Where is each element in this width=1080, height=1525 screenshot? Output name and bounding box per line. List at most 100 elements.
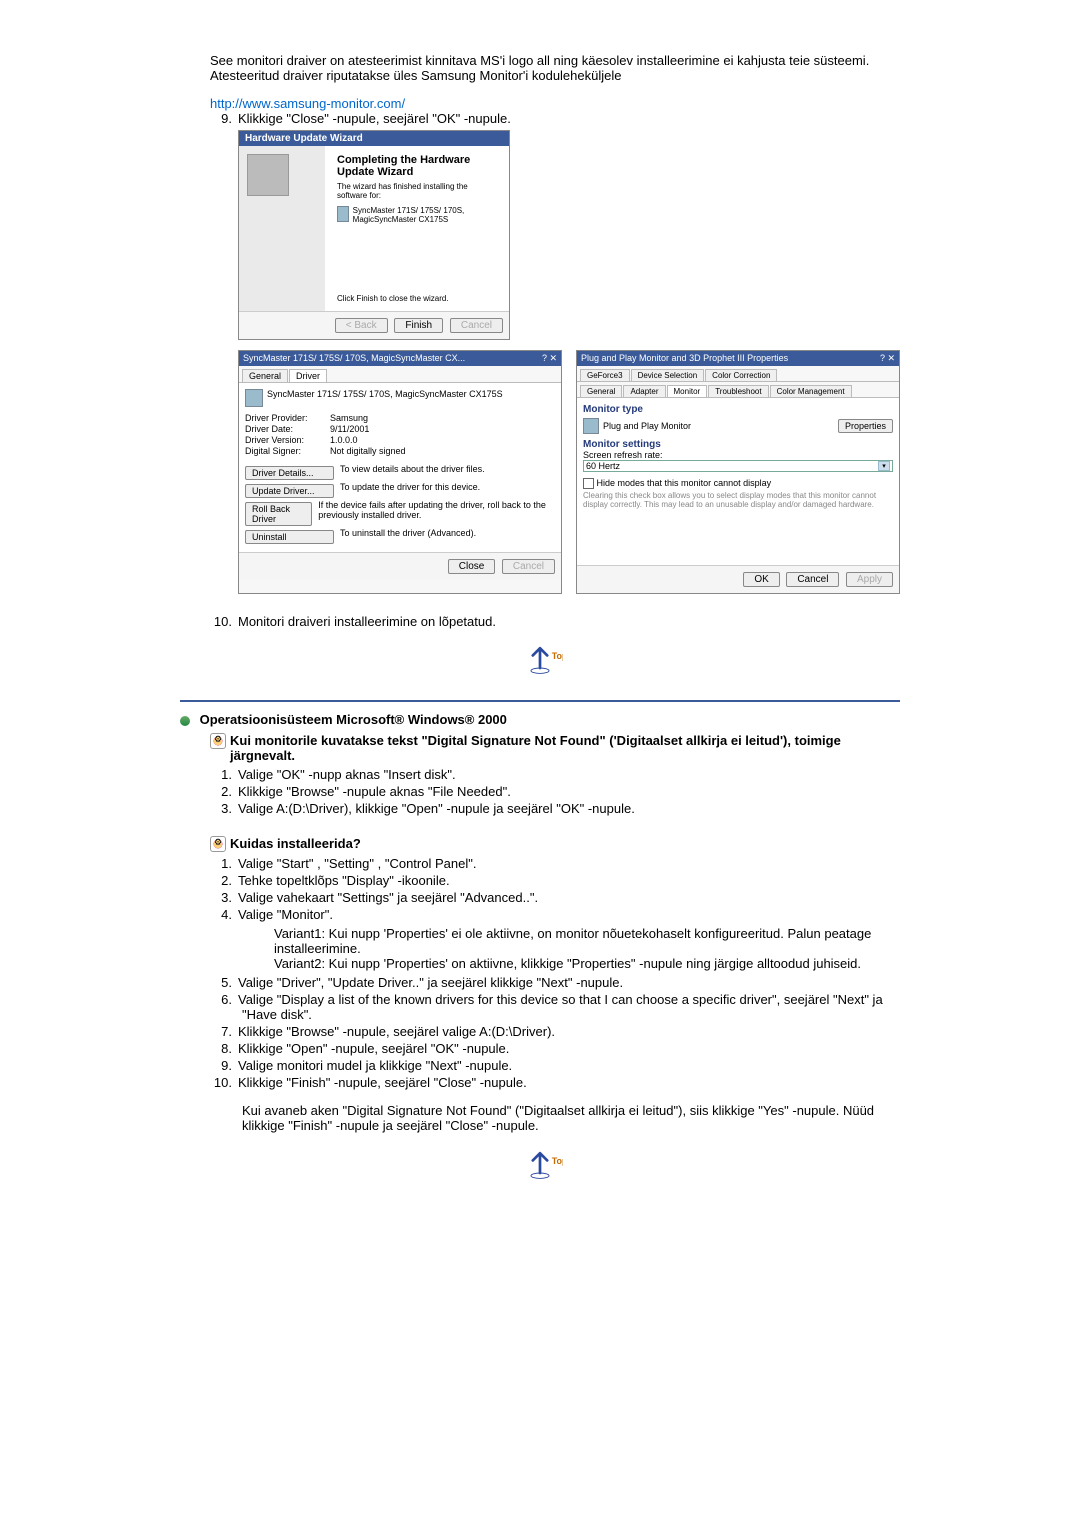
gear-icon: ⚙ xyxy=(210,836,226,852)
version-label: Driver Version: xyxy=(245,435,330,445)
section-divider xyxy=(180,700,900,702)
list2-item3: Valige vahekaart "Settings" ja seejärel … xyxy=(238,890,538,905)
svg-text:Top: Top xyxy=(552,651,563,661)
wizard-heading: Completing the Hardware Update Wizard xyxy=(337,154,497,178)
gear-icon: ⚙ xyxy=(210,733,226,749)
uninstall-button[interactable]: Uninstall xyxy=(245,530,334,544)
list-number: 10. xyxy=(210,614,232,629)
list-number: 2. xyxy=(210,784,232,799)
bullet-icon xyxy=(180,716,190,726)
list-number: 8. xyxy=(210,1041,232,1056)
list2-item4: Valige "Monitor". xyxy=(238,907,333,922)
uninstall-desc: To uninstall the driver (Advanced). xyxy=(340,528,476,546)
tab-general[interactable]: General xyxy=(242,369,288,382)
list-number: 6. xyxy=(210,992,232,1007)
cancel-button[interactable]: Cancel xyxy=(450,318,503,333)
props-device: SyncMaster 171S/ 175S/ 170S, MagicSyncMa… xyxy=(267,389,503,407)
monitor-type-value: Plug and Play Monitor xyxy=(603,421,691,431)
list2-item8: Klikkige "Open" -nupule, seejärel "OK" -… xyxy=(238,1041,509,1056)
display-properties-screenshot: Plug and Play Monitor and 3D Prophet III… xyxy=(576,350,900,594)
tab-troubleshoot[interactable]: Troubleshoot xyxy=(708,385,768,397)
top-link[interactable]: Top xyxy=(180,641,900,680)
update-desc: To update the driver for this device. xyxy=(340,482,480,500)
finish-button[interactable]: Finish xyxy=(394,318,443,333)
hide-modes-checkbox[interactable] xyxy=(583,478,594,489)
samsung-link[interactable]: http://www.samsung-monitor.com/ xyxy=(210,96,405,111)
monitor-icon xyxy=(245,389,263,407)
signer-label: Digital Signer: xyxy=(245,446,330,456)
wizard-device: SyncMaster 171S/ 175S/ 170S, MagicSyncMa… xyxy=(353,206,497,224)
wizard-finish-hint: Click Finish to close the wizard. xyxy=(337,294,497,303)
hide-modes-desc: Clearing this check box allows you to se… xyxy=(583,491,893,509)
provider-label: Driver Provider: xyxy=(245,413,330,423)
signer-value: Not digitally signed xyxy=(330,446,406,456)
list-number: 5. xyxy=(210,975,232,990)
tab-monitor[interactable]: Monitor xyxy=(667,385,708,397)
list-number: 10. xyxy=(210,1075,232,1090)
details-desc: To view details about the driver files. xyxy=(340,464,485,482)
wizard-titlebar: Hardware Update Wizard xyxy=(239,131,509,146)
hide-modes-label: Hide modes that this monitor cannot disp… xyxy=(597,478,772,488)
final-paragraph: Kui avaneb aken "Digital Signature Not F… xyxy=(242,1103,900,1133)
list2-item7: Klikkige "Browse" -nupule, seejärel vali… xyxy=(238,1024,555,1039)
list2-item6: Valige "Display a list of the known driv… xyxy=(238,992,883,1022)
tab-colormgmt[interactable]: Color Management xyxy=(770,385,852,397)
step10-text: Monitori draiveri installeerimine on lõp… xyxy=(238,614,496,629)
update-driver-button[interactable]: Update Driver... xyxy=(245,484,334,498)
svg-text:Top: Top xyxy=(552,1156,563,1166)
monitor-icon xyxy=(337,206,349,222)
list2-item2: Tehke topeltklõps "Display" -ikoonile. xyxy=(238,873,450,888)
list-number: 9. xyxy=(210,1058,232,1073)
driver-details-button[interactable]: Driver Details... xyxy=(245,466,334,480)
tab-driver[interactable]: Driver xyxy=(289,369,327,382)
ok-button[interactable]: OK xyxy=(743,572,779,587)
list-number: 7. xyxy=(210,1024,232,1039)
refresh-dropdown[interactable]: 60 Hertz ▾ xyxy=(583,460,893,472)
monitor-settings-label: Monitor settings xyxy=(583,439,893,450)
provider-value: Samsung xyxy=(330,413,368,423)
list2-item9: Valige monitori mudel ja klikkige "Next"… xyxy=(238,1058,512,1073)
list-number: 9. xyxy=(210,111,232,126)
window-controls: ? ✕ xyxy=(542,353,557,364)
tab-colorcorr[interactable]: Color Correction xyxy=(705,369,777,381)
back-button[interactable]: < Back xyxy=(335,318,388,333)
list2-item1: Valige "Start" , "Setting" , "Control Pa… xyxy=(238,856,476,871)
list1-item1: Valige "OK" -nupp aknas "Insert disk". xyxy=(238,767,456,782)
cancel-button[interactable]: Cancel xyxy=(502,559,555,574)
install-heading: Kuidas installeerida? xyxy=(230,836,361,852)
variant2: Variant2: Kui nupp 'Properties' on aktii… xyxy=(274,956,900,971)
version-value: 1.0.0.0 xyxy=(330,435,358,445)
wizard-icon xyxy=(247,154,289,196)
tab-adapter[interactable]: Adapter xyxy=(623,385,665,397)
window-controls: ? ✕ xyxy=(880,353,895,364)
cancel-button[interactable]: Cancel xyxy=(786,572,839,587)
list-number: 4. xyxy=(210,907,232,922)
tab-general[interactable]: General xyxy=(580,385,622,397)
monitor-icon xyxy=(583,418,599,434)
os-heading: Operatsioonisüsteem Microsoft® Windows® … xyxy=(200,712,507,727)
rollback-desc: If the device fails after updating the d… xyxy=(318,500,555,528)
driver-properties-screenshot: SyncMaster 171S/ 175S/ 170S, MagicSyncMa… xyxy=(238,350,562,594)
list1-item3: Valige A:(D:\Driver), klikkige "Open" -n… xyxy=(238,801,635,816)
list-number: 3. xyxy=(210,890,232,905)
props-left-title: SyncMaster 171S/ 175S/ 170S, MagicSyncMa… xyxy=(243,353,465,364)
list1-item2: Klikkige "Browse" -nupule aknas "File Ne… xyxy=(238,784,511,799)
tab-devsel[interactable]: Device Selection xyxy=(631,369,705,381)
variant1: Variant1: Kui nupp 'Properties' ei ole a… xyxy=(274,926,900,956)
top-link[interactable]: Top xyxy=(180,1146,900,1185)
close-button[interactable]: Close xyxy=(448,559,496,574)
list-number: 1. xyxy=(210,856,232,871)
wizard-screenshot: Hardware Update Wizard Completing the Ha… xyxy=(238,130,510,340)
list2-item5: Valige "Driver", "Update Driver.." ja se… xyxy=(238,975,623,990)
refresh-value: 60 Hertz xyxy=(586,461,620,471)
digsig-intro: Kui monitorile kuvatakse tekst "Digital … xyxy=(230,733,900,763)
tab-geforce[interactable]: GeForce3 xyxy=(580,369,630,381)
list-number: 3. xyxy=(210,801,232,816)
dropdown-arrow-icon: ▾ xyxy=(878,461,890,471)
rollback-button[interactable]: Roll Back Driver xyxy=(245,502,312,526)
properties-button[interactable]: Properties xyxy=(838,419,893,433)
apply-button[interactable]: Apply xyxy=(846,572,893,587)
list-number: 2. xyxy=(210,873,232,888)
monitor-type-label: Monitor type xyxy=(583,404,893,415)
list-number: 1. xyxy=(210,767,232,782)
